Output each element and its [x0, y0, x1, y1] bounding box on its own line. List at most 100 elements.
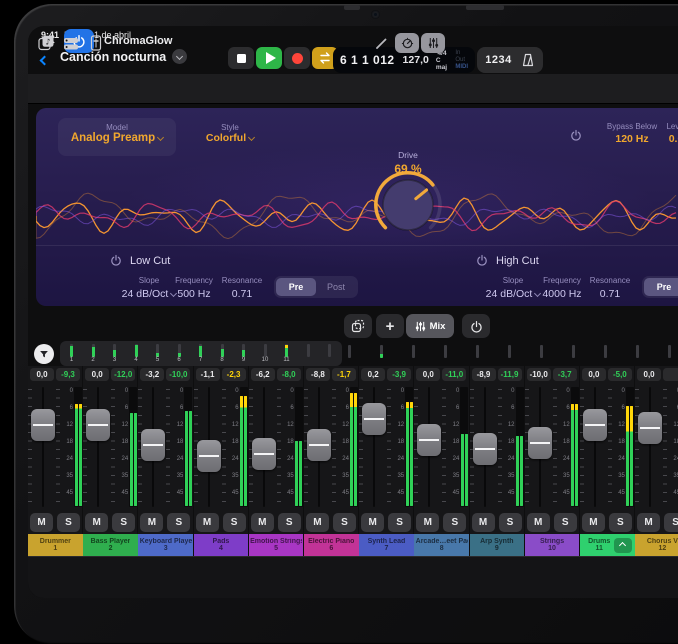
track-label[interactable]: Emotion Strings5: [249, 534, 304, 556]
mixer-power-button[interactable]: [462, 314, 490, 338]
pan-value[interactable]: 0,0: [582, 368, 606, 381]
track-label[interactable]: Synth Lead7: [359, 534, 414, 556]
track-label[interactable]: Pads4: [194, 534, 249, 556]
mix-tab[interactable]: Mix: [406, 314, 454, 338]
volume-fader[interactable]: [252, 438, 276, 470]
solo-button[interactable]: S: [57, 513, 80, 532]
pan-value[interactable]: -1,1: [196, 368, 220, 381]
volume-fader[interactable]: [31, 409, 55, 441]
volume-fader[interactable]: [141, 429, 165, 461]
track-label[interactable]: Drummer1: [28, 534, 83, 556]
solo-button[interactable]: S: [664, 513, 678, 532]
post-option[interactable]: Post: [316, 278, 356, 296]
low-cut-resonance[interactable]: Resonance 0.71: [214, 276, 270, 300]
filter-button[interactable]: [34, 344, 54, 364]
peak-value[interactable]: -8,0: [277, 368, 301, 381]
mute-button[interactable]: M: [30, 513, 53, 532]
record-button[interactable]: [284, 47, 310, 69]
pan-value[interactable]: -8,9: [472, 368, 496, 381]
track-label[interactable]: Electric Piano6: [304, 534, 359, 556]
track-label[interactable]: Keyboard Player3: [138, 534, 193, 556]
model-selector[interactable]: Model Analog Preamp: [58, 118, 176, 156]
pre-option[interactable]: Pre: [644, 278, 678, 296]
volume-fader[interactable]: [86, 409, 110, 441]
drive-knob[interactable]: [368, 165, 448, 245]
mute-button[interactable]: M: [196, 513, 219, 532]
high-cut-resonance[interactable]: Resonance 0.71: [582, 276, 638, 300]
mute-button[interactable]: M: [416, 513, 439, 532]
duplicate-button[interactable]: [344, 314, 372, 338]
volume-fader[interactable]: [583, 409, 607, 441]
peak-value[interactable]: -12,0: [111, 368, 135, 381]
solo-button[interactable]: S: [112, 513, 135, 532]
peak-value[interactable]: [663, 368, 678, 381]
collapse-mixer-button[interactable]: [614, 538, 632, 553]
volume-fader[interactable]: [528, 427, 552, 459]
pan-value[interactable]: 0,2: [361, 368, 385, 381]
low-cut-power-button[interactable]: [110, 253, 122, 271]
play-button[interactable]: [256, 47, 282, 69]
pan-value[interactable]: 0,0: [85, 368, 109, 381]
volume-fader[interactable]: [638, 412, 662, 444]
mute-button[interactable]: M: [582, 513, 605, 532]
pan-value[interactable]: 0,0: [637, 368, 661, 381]
solo-button[interactable]: S: [388, 513, 411, 532]
solo-button[interactable]: S: [554, 513, 577, 532]
pan-value[interactable]: -8,8: [306, 368, 330, 381]
volume-fader[interactable]: [362, 403, 386, 435]
mixer-panel-button[interactable]: [85, 33, 107, 53]
mixer-overview[interactable]: 1234567891011: [60, 341, 342, 366]
loop-browser-button[interactable]: ♪: [35, 33, 57, 53]
back-button[interactable]: [41, 51, 48, 69]
peak-value[interactable]: -11,0: [442, 368, 466, 381]
peak-value[interactable]: -3,9: [387, 368, 411, 381]
solo-button[interactable]: S: [223, 513, 246, 532]
edit-button[interactable]: [370, 33, 392, 53]
mute-button[interactable]: M: [306, 513, 329, 532]
peak-value[interactable]: -3,7: [553, 368, 577, 381]
solo-button[interactable]: S: [333, 513, 356, 532]
level-control[interactable]: Level 0.0: [648, 122, 678, 145]
peak-value[interactable]: -2,3: [222, 368, 246, 381]
track-label[interactable]: Strings10: [525, 534, 580, 556]
volume-fader[interactable]: [307, 429, 331, 461]
mute-button[interactable]: M: [251, 513, 274, 532]
mute-button[interactable]: M: [527, 513, 550, 532]
high-cut-power-button[interactable]: [476, 253, 488, 271]
solo-button[interactable]: S: [499, 513, 522, 532]
pan-value[interactable]: -6,2: [251, 368, 275, 381]
add-plugin-button[interactable]: +: [376, 314, 404, 338]
peak-value[interactable]: -10,0: [166, 368, 190, 381]
pan-value[interactable]: 0,0: [30, 368, 54, 381]
solo-button[interactable]: S: [609, 513, 632, 532]
track-label[interactable]: Arcade…eet Pad8: [414, 534, 469, 556]
track-label[interactable]: Bass Player2: [83, 534, 138, 556]
output-power-button[interactable]: [570, 128, 582, 146]
pan-value[interactable]: 0,0: [416, 368, 440, 381]
volume-fader[interactable]: [473, 433, 497, 465]
style-selector[interactable]: Style Colorful: [188, 123, 272, 144]
peak-value[interactable]: -9,3: [56, 368, 80, 381]
pan-value[interactable]: -3,2: [140, 368, 164, 381]
mixer-view-button[interactable]: [421, 33, 445, 53]
peak-value[interactable]: -11,9: [498, 368, 522, 381]
solo-button[interactable]: S: [443, 513, 466, 532]
mute-button[interactable]: M: [85, 513, 108, 532]
mute-button[interactable]: M: [361, 513, 384, 532]
pre-option[interactable]: Pre: [276, 278, 316, 296]
volume-fader[interactable]: [417, 424, 441, 456]
count-in-button[interactable]: 1234: [477, 47, 543, 73]
solo-button[interactable]: S: [167, 513, 190, 532]
track-label[interactable]: Arp Synth9: [470, 534, 525, 556]
volume-fader[interactable]: [197, 440, 221, 472]
pan-value[interactable]: -10,0: [527, 368, 551, 381]
stop-button[interactable]: [228, 47, 254, 69]
mute-button[interactable]: M: [637, 513, 660, 532]
peak-value[interactable]: -5,0: [608, 368, 632, 381]
track-label[interactable]: Drums11: [580, 534, 635, 556]
solo-button[interactable]: S: [278, 513, 301, 532]
regions-button[interactable]: [60, 33, 82, 53]
mute-button[interactable]: M: [472, 513, 495, 532]
peak-value[interactable]: -1,7: [332, 368, 356, 381]
mute-button[interactable]: M: [140, 513, 163, 532]
